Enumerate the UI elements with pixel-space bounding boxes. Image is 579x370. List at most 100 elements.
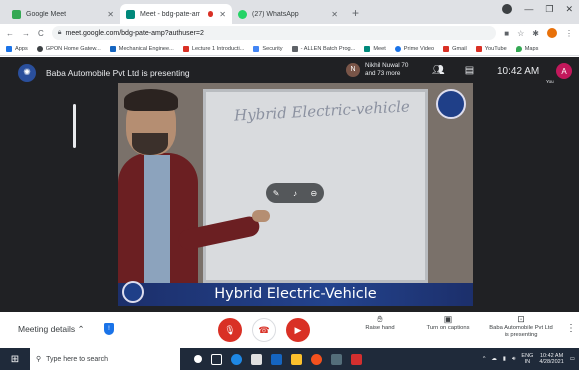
bookmark-star-icon[interactable]: ☆ [517,29,524,38]
maximize-icon[interactable]: ❐ [545,4,553,15]
apps-grid-icon [6,45,12,52]
people-icon[interactable]: 👥︎ [432,65,445,76]
bookmark-label: YouTube [484,45,507,52]
extension-icon[interactable] [547,28,557,38]
close-icon[interactable]: ✕ [213,10,226,19]
more-options-icon[interactable]: ⋮ [566,323,576,334]
close-icon[interactable]: ✕ [101,10,114,19]
hand-icon: ✋︎ [377,314,383,324]
windows-start-icon[interactable]: ⊞ [6,348,24,370]
meeting-details-label: Meeting details [18,324,76,334]
participant-more: and 73 more [365,69,401,77]
camera-permission-icon[interactable]: ■ [504,29,509,38]
store-icon[interactable] [251,353,262,365]
bookmark-maps[interactable]: Maps [515,45,539,52]
forward-icon[interactable]: → [22,29,30,38]
presenter-avatar: ✺ [18,63,36,82]
tab-whatsapp[interactable]: (27) WhatsApp ✕ [232,4,344,24]
bookmark-label: Security [262,45,283,52]
tray-chevron-icon[interactable]: ^ [483,356,486,362]
bookmark-meet[interactable]: Meet [364,45,386,52]
minimize-icon[interactable]: — [524,4,533,15]
url-input[interactable]: 🔒︎ meet.google.com/bdg-pate-amp?authuser… [51,26,497,40]
presenter-hand [252,210,270,222]
cortana-icon[interactable] [194,355,202,363]
self-label: You [546,79,554,84]
close-window-icon[interactable]: ✕ [565,4,573,15]
bookmark-gpon[interactable]: GPON Home Gatew... [36,45,101,52]
bookmark-label: Gmail [452,45,467,52]
bookmark-label: Maps [524,45,539,52]
security-shield-icon[interactable]: ! [104,323,114,335]
bookmark-label: Prime Video [403,45,435,52]
meeting-details-button[interactable]: Meeting details ⌃ [18,324,85,335]
chat-icon[interactable]: ▤ [465,65,474,76]
globe-icon [36,45,43,52]
close-icon[interactable]: ✕ [325,10,338,19]
bookmarks-bar: Apps GPON Home Gatew... Mechanical Engin… [0,42,579,56]
bookmark-allen[interactable]: - ALLEN Batch Prog... [291,45,355,52]
self-avatar[interactable]: A [556,63,572,79]
tab-title: (27) WhatsApp [252,10,299,18]
whiteboard-title: Hybrid Electric-vehicle [233,97,411,125]
raise-hand-label: Raise hand [365,325,395,331]
office-icon[interactable] [351,353,362,365]
mic-off-button[interactable]: 🎙︎ [218,318,242,342]
mic-off-icon: 🎙︎ [224,324,236,335]
network-icon[interactable]: ▮ [503,356,506,362]
volume-icon[interactable]: 🔊︎ [512,356,515,363]
menu-kebab-icon[interactable]: ⋮ [565,29,573,38]
participant-info: Nikhil Nuwal 70 and 73 more [365,62,408,77]
presenting-label: Baba Automobile Pvt Ltd is presenting [46,67,190,78]
tray-clock[interactable]: 10:42 AM 4/28/2021 [539,353,563,366]
file-explorer-icon[interactable] [291,353,302,365]
extensions-puzzle-icon[interactable]: ✱ [532,29,539,38]
participant-tile[interactable]: N Nikhil Nuwal 70 and 73 more [346,62,408,77]
browser-tab-strip: Google Meet ✕ Meet - bdg-pate-amp ✕ (27)… [0,0,579,24]
new-tab-button[interactable]: + [344,6,367,24]
leave-call-button[interactable]: ☎ [252,318,276,342]
bookmark-lecture[interactable]: Lecture 1 Introducti... [182,45,245,52]
tab-title: Meet - bdg-pate-amp [140,10,200,18]
raise-hand-button[interactable]: ✋︎ Raise hand [362,314,398,332]
mute-icon[interactable]: ♪ [293,189,297,198]
mail-icon[interactable] [271,353,282,365]
edge-icon[interactable] [231,353,242,365]
side-handle [73,104,76,148]
participant-avatar: N [346,62,360,77]
pin-icon[interactable]: ✎ [273,189,280,198]
participant-name: Nikhil Nuwal 70 [365,62,409,69]
remove-icon[interactable]: ⊖ [311,189,318,198]
tab-google-meet[interactable]: Google Meet ✕ [6,4,120,24]
tile-overlay-controls: ✎ ♪ ⊖ [266,183,324,203]
bookmark-mechanical[interactable]: Mechanical Enginee... [109,45,174,52]
present-status-line2: is presenting [504,332,538,338]
calculator-icon[interactable] [331,353,342,365]
window-controls: — ❐ ✕ [502,4,573,15]
bookmark-youtube[interactable]: YouTube [475,45,507,52]
bookmark-apps[interactable]: Apps [6,45,28,52]
reload-icon[interactable]: C [38,29,44,38]
bookmark-security[interactable]: Security [253,45,283,52]
onedrive-icon[interactable]: ☁ [491,356,497,362]
google-icon [253,45,260,52]
google-meet-favicon-icon [12,9,21,19]
tab-meet-active[interactable]: Meet - bdg-pate-amp ✕ [120,4,232,24]
bookmark-label: GPON Home Gatew... [45,45,101,52]
bookmark-prime-video[interactable]: Prime Video [394,45,435,52]
notification-icon[interactable]: ▭ [570,356,575,362]
profile-icon[interactable] [502,4,513,14]
address-bar-row: ← → C 🔒︎ meet.google.com/bdg-pate-amp?au… [0,24,579,42]
bookmark-gmail[interactable]: Gmail [443,45,467,52]
page-icon [291,45,298,52]
task-view-icon[interactable] [211,353,222,365]
captions-button[interactable]: ▣ Turn on captions [420,315,476,332]
taskbar-apps [194,353,362,365]
tray-language[interactable]: ENG IN [521,353,533,366]
chrome-icon[interactable] [311,353,322,365]
back-icon[interactable]: ← [6,29,14,38]
camera-off-button[interactable]: ▶ [286,318,310,342]
taskbar-search-input[interactable]: ⚲ Type here to search [30,348,180,370]
bookmark-label: Lecture 1 Introducti... [191,45,245,52]
present-status-button[interactable]: ⊡ Baba Automobile Pvt Ltd is presenting [484,315,558,339]
